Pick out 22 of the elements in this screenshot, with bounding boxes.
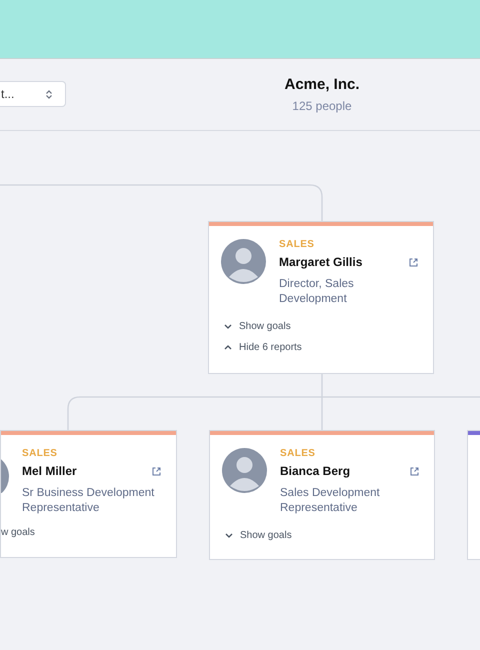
toggle-link[interactable]: w goals [1, 527, 35, 538]
job-title: Director, Sales Development [279, 277, 355, 307]
person-name: Margaret Gillis [279, 255, 362, 269]
people-count: 125 people [291, 99, 353, 113]
avatar-placeholder [221, 239, 266, 284]
toggle-link[interactable]: Show goals [240, 530, 292, 541]
sort-select[interactable]: t... [0, 81, 66, 107]
department-label: SALES [280, 448, 316, 459]
avatar-placeholder [222, 448, 267, 493]
up-down-icon [46, 90, 52, 99]
external-link-icon[interactable] [409, 258, 418, 266]
toggle-link[interactable]: Hide 6 reports [239, 342, 302, 353]
org-name: Acme, Inc. [283, 76, 361, 93]
person-name: Mel Miller [22, 464, 77, 478]
department-label: SALES [22, 448, 58, 459]
external-link-icon[interactable] [410, 466, 419, 476]
job-title: Sales Development Representative [280, 486, 381, 516]
department-label: SALES [279, 239, 316, 250]
person-name: Bianca Berg [280, 464, 350, 478]
job-title: Sr Business Development Representative [22, 486, 156, 516]
external-link-icon[interactable] [152, 466, 161, 476]
toggle-link[interactable]: Show goals [239, 321, 291, 332]
